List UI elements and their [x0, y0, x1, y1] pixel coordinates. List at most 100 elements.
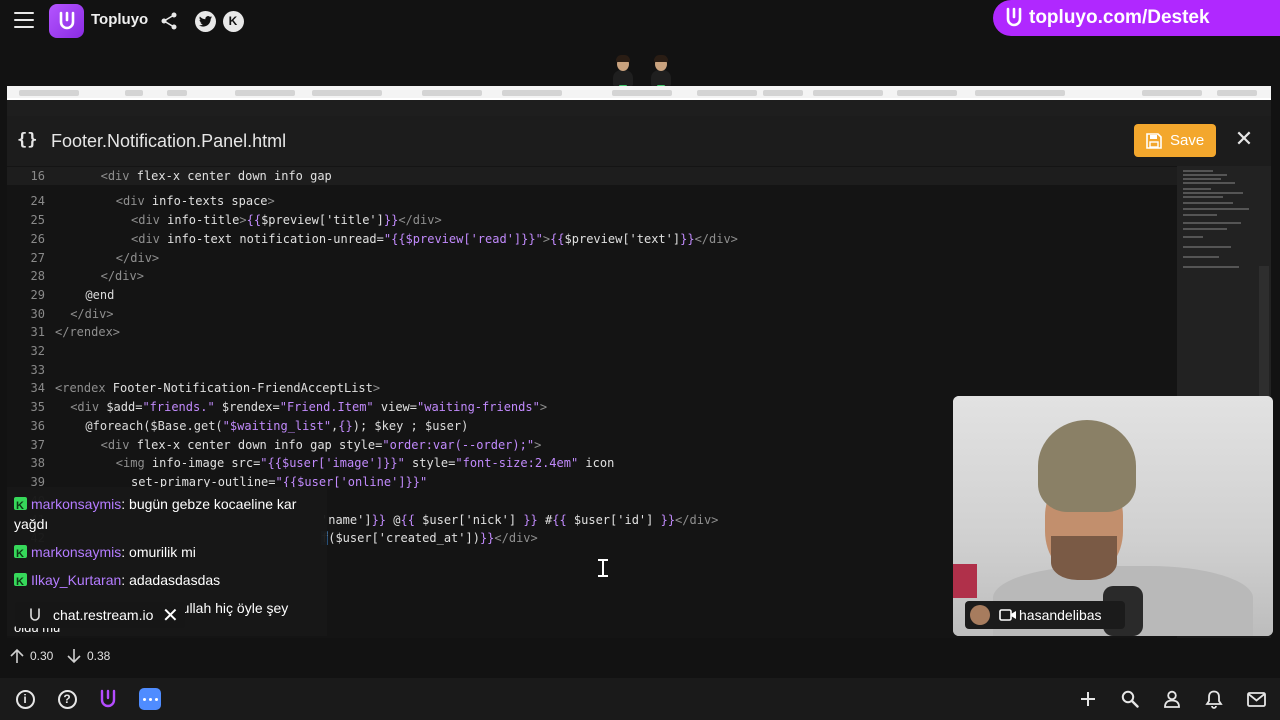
topluyo-banner-icon: [1001, 5, 1027, 31]
code-line[interactable]: 26 <div info-text notification-unread="{{…: [7, 230, 1177, 248]
code-token: <div: [100, 438, 137, 452]
code-file-icon: {}: [17, 130, 38, 150]
code-token: </div>: [100, 269, 144, 283]
code-line[interactable]: 29 @end: [7, 286, 1177, 304]
topluyo-icon[interactable]: [97, 688, 119, 710]
code-text: @foreach($Base.get("$waiting_list",{}); …: [85, 417, 468, 435]
topluyo-logo-icon[interactable]: [49, 4, 84, 38]
code-line[interactable]: 31 </rendex>: [7, 323, 1177, 341]
save-button-label: Save: [1170, 132, 1205, 149]
search-icon[interactable]: [1119, 688, 1141, 710]
code-scrollbar[interactable]: [1259, 266, 1269, 406]
close-editor-button[interactable]: ✕: [1233, 129, 1255, 151]
code-token: >: [534, 438, 542, 452]
top-bar: Topluyo K topluyo.com/Destek: [0, 0, 1280, 42]
code-line[interactable]: 34 <rendex Footer-Notification-FriendAcce…: [7, 379, 1177, 397]
code-token: $rendex=: [214, 400, 280, 414]
code-text: </rendex>: [55, 323, 120, 341]
webcam-feed: hasandelibas: [953, 396, 1273, 636]
kick-badge-icon: [14, 544, 27, 564]
code-text: <img info-image src="{{$user['image']}}"…: [116, 454, 615, 472]
code-line[interactable]: 27 </div>: [7, 249, 1177, 267]
chat-text: omurilik mi: [129, 544, 196, 560]
close-chat-badge-button[interactable]: ✕: [162, 603, 179, 627]
code-text: <div flex-x center down info gap: [101, 167, 332, 185]
code-token: </div>: [70, 307, 114, 321]
code-token: $user['nick']: [414, 513, 524, 527]
arrow-down-icon: [67, 649, 81, 664]
code-line[interactable]: 28 </div>: [7, 267, 1177, 285]
kick-icon[interactable]: K: [222, 10, 244, 32]
code-token: view=: [373, 400, 417, 414]
code-text: <div flex-x center down info gap style="…: [101, 436, 542, 454]
app-title: Topluyo: [91, 11, 149, 28]
code-text: <div info-text notification-unread="{{$p…: [131, 230, 738, 248]
code-token: </div>: [398, 213, 442, 227]
chat-source-badge[interactable]: chat.restream.io ✕: [15, 602, 185, 628]
code-text: <div info-title>{{$preview['title']}}</d…: [131, 211, 442, 229]
code-token: }}: [383, 213, 399, 227]
code-token: <div: [131, 232, 168, 246]
bottom-bar: i ?: [0, 678, 1280, 720]
code-line[interactable]: 30 </div>: [7, 305, 1177, 323]
code-token: $preview['title']: [261, 213, 384, 227]
code-token: </rendex>: [55, 325, 121, 339]
chat-text: adadasdasdas: [129, 572, 221, 588]
help-icon[interactable]: ?: [56, 688, 78, 710]
code-token: >: [539, 400, 548, 414]
code-line[interactable]: 16 <div flex-x center down info gap: [7, 167, 1177, 185]
chat-overlay: markonsaymis: bugün gebze kocaeline kar …: [7, 487, 327, 636]
code-text: </div>: [70, 305, 113, 323]
code-line[interactable]: 24 <div info-texts space>: [7, 192, 1177, 210]
viewer-avatars: [610, 55, 674, 89]
code-token: <div: [70, 400, 107, 414]
chat-username[interactable]: markonsaymis: [31, 544, 121, 560]
line-number: 29: [30, 288, 45, 302]
code-token: @foreach($Base.get(: [85, 419, 223, 433]
viewer-avatar[interactable]: [610, 55, 636, 89]
restream-icon: [30, 608, 40, 621]
code-token: info-image src=: [151, 456, 261, 470]
code-line[interactable]: 25 <div info-title>{{$preview['title']}}<…: [7, 211, 1177, 229]
code-line[interactable]: 32: [7, 342, 1177, 360]
viewer-avatar[interactable]: [648, 55, 674, 89]
chat-username[interactable]: markonsaymis: [31, 496, 121, 512]
code-token: flex-x center down info gap style=: [136, 438, 383, 452]
chat-source-label: chat.restream.io: [53, 607, 154, 623]
bell-icon[interactable]: [1203, 688, 1225, 710]
chat-icon[interactable]: [139, 688, 161, 710]
code-token: </div>: [694, 232, 738, 246]
code-token: }}: [523, 513, 538, 527]
code-token: </div>: [675, 513, 719, 527]
info-icon[interactable]: i: [14, 688, 36, 710]
code-text: <div info-texts space>: [116, 192, 275, 210]
code-token: "friends.": [142, 400, 215, 414]
mail-icon[interactable]: [1245, 688, 1267, 710]
code-token: </div>: [494, 531, 538, 545]
code-token: <rendex: [55, 381, 113, 395]
menu-icon[interactable]: [14, 12, 34, 28]
editor-header: {} Footer.Notification.Panel.html Save ✕: [7, 116, 1271, 166]
share-icon[interactable]: [158, 10, 180, 32]
save-button[interactable]: Save: [1134, 124, 1216, 157]
twitter-icon[interactable]: [194, 10, 216, 32]
code-line[interactable]: 33: [7, 361, 1177, 379]
line-number: 25: [30, 213, 45, 227]
plus-icon[interactable]: [1077, 688, 1099, 710]
code-token: {{: [552, 513, 567, 527]
text-cursor-icon: [598, 559, 608, 577]
line-number: 37: [30, 438, 45, 452]
code-token: info-text notification-unread=: [167, 232, 384, 246]
support-banner[interactable]: topluyo.com/Destek: [993, 0, 1280, 36]
chat-username[interactable]: Ilkay_Kurtaran: [31, 572, 121, 588]
line-number: 38: [30, 456, 45, 470]
code-token: {}: [338, 419, 353, 433]
code-token: }}: [371, 513, 387, 527]
upload-value: 0.30: [30, 649, 54, 663]
kick-badge-icon: [14, 496, 27, 516]
kick-badge-icon: [14, 572, 27, 592]
user-icon[interactable]: [1161, 688, 1183, 710]
download-stat: 0.38: [67, 648, 110, 664]
line-number: 28: [30, 269, 45, 283]
line-number: 35: [30, 400, 45, 414]
